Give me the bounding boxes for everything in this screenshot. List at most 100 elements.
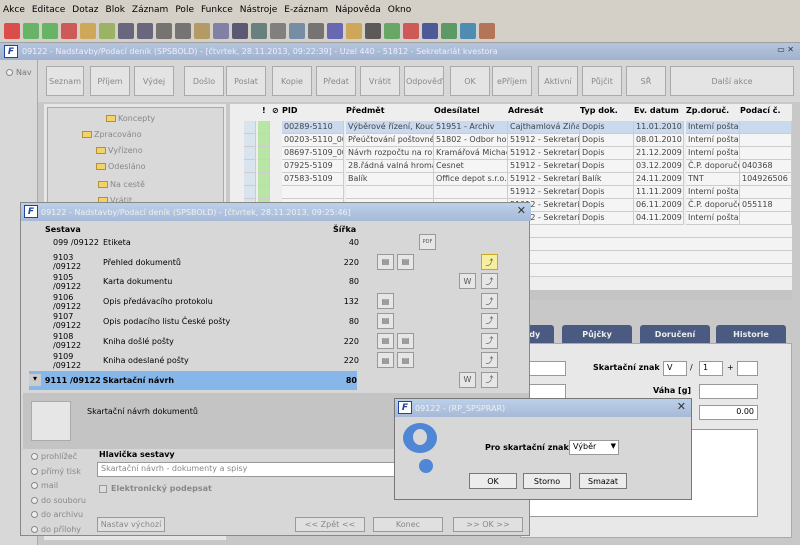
output-option[interactable]: přímý tisk (31, 467, 81, 476)
tree-item[interactable]: Koncepty (106, 114, 155, 123)
toolbar-icon[interactable] (99, 22, 115, 39)
menu-item[interactable]: Blok (106, 5, 125, 15)
row-select-icon[interactable] (244, 186, 256, 199)
export-icon[interactable]: ⤴ (481, 293, 498, 310)
action-button[interactable]: Vrátit (360, 66, 400, 96)
toolbar-icon[interactable] (479, 22, 495, 39)
row-select-icon[interactable] (244, 173, 256, 186)
menu-item[interactable]: Nástroje (240, 5, 278, 15)
report-row[interactable]: 099 /09122 Etiketa 40 (45, 233, 505, 252)
document-icon[interactable]: ▤ (397, 352, 414, 369)
action-button[interactable]: Výdej (134, 66, 174, 96)
action-button[interactable]: Předat (316, 66, 356, 96)
defaults-button[interactable]: Nastav výchozí (97, 517, 165, 532)
toolbar-icon[interactable] (308, 22, 324, 39)
table-row[interactable]: 08697-5109_00 Návrh rozpočtu na rok Kramář… (230, 147, 792, 160)
toolbar-icon[interactable] (422, 22, 438, 39)
toolbar-icon[interactable] (194, 22, 210, 39)
toolbar-icon[interactable] (42, 22, 58, 39)
tree-item[interactable]: Vyřízeno (96, 146, 143, 155)
toolbar-icon[interactable] (384, 22, 400, 39)
table-row[interactable]: 07583-5109 Balík Office depot s.r.o. 51912 … (230, 173, 792, 186)
tree-item[interactable]: Odesláno (96, 162, 146, 171)
toolbar-icon[interactable] (118, 22, 134, 39)
grid-header[interactable]: Adresát (508, 106, 543, 115)
param-smazat-button[interactable]: Smazat (579, 473, 627, 489)
amount-field[interactable]: 0.00 (699, 405, 758, 420)
word-icon[interactable]: W (459, 371, 476, 388)
toolbar-icon[interactable] (346, 22, 362, 39)
toolbar-icon[interactable] (270, 22, 286, 39)
toolbar-icon[interactable] (213, 22, 229, 39)
report-row[interactable]: 9108 /09122 Kniha došlé pošty 220 (45, 332, 505, 351)
document-icon[interactable]: ▤ (377, 332, 394, 349)
document-icon[interactable]: ▤ (397, 253, 414, 270)
document-icon[interactable]: ▤ (377, 312, 394, 329)
menu-item[interactable]: Funkce (201, 5, 233, 15)
row-select-icon[interactable] (244, 160, 256, 173)
end-button[interactable]: Konec (373, 517, 443, 532)
action-button[interactable]: OK (450, 66, 490, 96)
detail-tab[interactable]: Historie (716, 325, 786, 343)
chevron-down-icon[interactable]: ▾ (29, 374, 41, 387)
row-select-icon[interactable] (244, 147, 256, 160)
header-input[interactable]: Skartační návrh - dokumenty a spisy (97, 462, 397, 477)
param-ok-button[interactable]: OK (469, 473, 517, 489)
tree-item[interactable]: Na cestě (98, 180, 145, 189)
pdf-icon[interactable]: PDF (419, 234, 436, 250)
nav-toggle[interactable]: Nav (6, 68, 37, 77)
param-storno-button[interactable]: Storno (523, 473, 571, 489)
grid-header[interactable]: Předmět (346, 106, 385, 115)
menu-item[interactable]: Pole (175, 5, 194, 15)
toolbar-icon[interactable] (4, 22, 20, 39)
detail-tab[interactable]: Doručení (640, 325, 710, 343)
grid-header[interactable]: ! (262, 106, 266, 115)
report-row[interactable]: 9107 /09122 Opis podacího listu České poš… (45, 312, 505, 331)
grid-header[interactable]: Zp.doruč. (686, 106, 729, 115)
action-button[interactable]: Aktivní (538, 66, 578, 96)
window-controls-icon[interactable]: ▭ ✕ (777, 45, 794, 54)
grid-header[interactable]: Podací č. (740, 106, 781, 115)
toolbar-icon[interactable] (232, 22, 248, 39)
toolbar-icon[interactable] (365, 22, 381, 39)
grid-header[interactable]: PID (282, 106, 297, 115)
skartacni-znak-field[interactable]: V (663, 361, 687, 376)
menu-item[interactable]: Záznam (132, 5, 168, 15)
action-button[interactable]: Poslat (226, 66, 266, 96)
grid-header[interactable]: Typ dok. (580, 106, 618, 115)
action-button[interactable]: Seznam (46, 66, 84, 96)
skartacni-lhuta-field[interactable]: 1 (699, 361, 723, 376)
signature-checkbox[interactable]: Elektronický podepsat (99, 484, 212, 493)
close-icon[interactable]: ✕ (517, 204, 526, 217)
menu-item[interactable]: Nápověda (335, 5, 381, 15)
output-option[interactable]: do přílohy (31, 525, 81, 534)
word-icon[interactable]: W (459, 273, 476, 290)
action-button[interactable]: Půjčit (582, 66, 622, 96)
document-icon[interactable]: ▤ (377, 352, 394, 369)
output-option[interactable]: prohlížeč (31, 452, 77, 461)
toolbar-icon[interactable] (61, 22, 77, 39)
action-button[interactable]: ePříjem (492, 66, 532, 96)
report-row[interactable]: 9109 /09122 Kniha odeslané pošty 220 (45, 351, 505, 370)
detail-tab[interactable]: Půjčky (562, 325, 632, 343)
menu-item[interactable]: E-záznam (284, 5, 328, 15)
toolbar-icon[interactable] (403, 22, 419, 39)
ok-next-button[interactable]: >> OK >> (453, 517, 523, 532)
export-icon[interactable]: ⤴ (481, 371, 498, 388)
document-icon[interactable]: ▤ (377, 293, 394, 310)
action-button[interactable]: SŘ (626, 66, 666, 96)
skartacni-plus-field[interactable] (737, 361, 758, 376)
export-icon[interactable]: ⤴ (481, 332, 498, 349)
output-option[interactable]: mail (31, 481, 58, 490)
action-button[interactable]: Další akce (670, 66, 794, 96)
table-row[interactable]: 00203-5110_00 Přeúčtování poštovné 51802 -… (230, 134, 792, 147)
menu-item[interactable]: Akce (3, 5, 25, 15)
horizontal-scrollbar[interactable] (510, 290, 792, 300)
output-option[interactable]: do archivu (31, 510, 83, 519)
output-option[interactable]: do souboru (31, 496, 86, 505)
toolbar-icon[interactable] (156, 22, 172, 39)
table-row[interactable]: 51912 - Sekretariát Dopis 11.11.2009 Intern… (230, 186, 792, 199)
tree-item[interactable]: Zpracováno (82, 130, 142, 139)
report-row[interactable]: 9105 /09122 Karta dokumentu 80 (45, 272, 505, 291)
table-row[interactable]: 07925-5109 28.řádná valná hromad Cesnet 519… (230, 160, 792, 173)
